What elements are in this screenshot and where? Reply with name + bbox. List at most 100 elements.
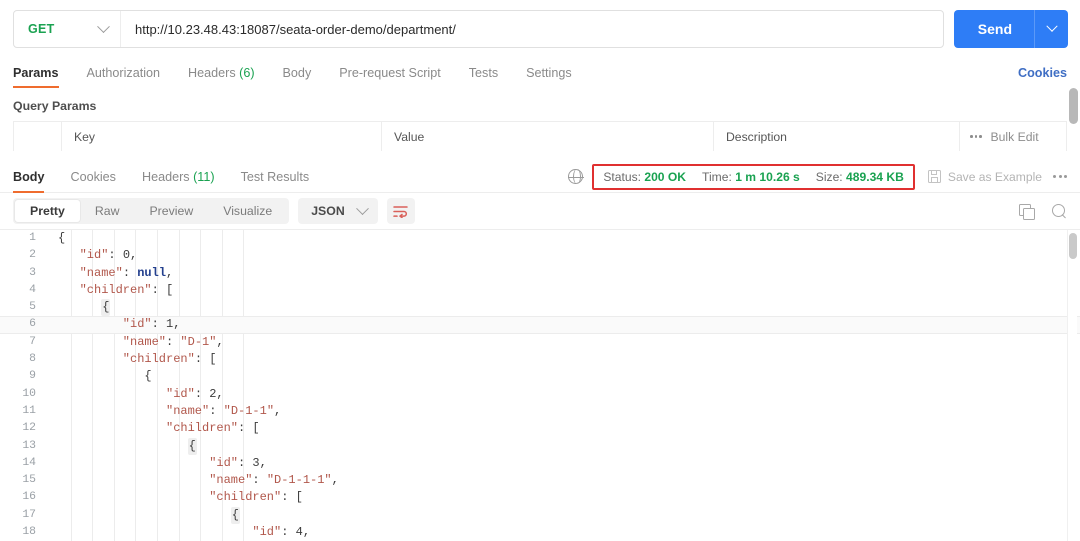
code-line[interactable]: 10 "id": 2, — [0, 386, 1080, 403]
json-viewer[interactable]: 1{2 "id": 0, 3 "name": null, 4 "children": [5… — [0, 230, 1080, 541]
search-icon[interactable] — [1052, 203, 1067, 219]
token-key: "id" — [252, 525, 282, 540]
code-line-text: "name": "D-1", — [46, 334, 1080, 351]
token-punct: : [ — [238, 421, 260, 436]
line-number: 5 — [29, 301, 36, 314]
view-mode-pretty[interactable]: Pretty — [15, 200, 80, 222]
request-tab-settings[interactable]: Settings — [512, 66, 586, 88]
code-line-text: "id": 4, — [46, 524, 1080, 541]
code-line[interactable]: 7 "name": "D-1", — [0, 334, 1080, 351]
token-punct: : — [194, 386, 210, 401]
method-select[interactable]: GET — [14, 11, 121, 47]
response-more-options-icon[interactable] — [1053, 175, 1067, 178]
code-line-text: { — [46, 437, 1080, 455]
request-tab-headers[interactable]: Headers (6) — [174, 66, 269, 88]
status-badge: Status: 200 OK Time: 1 m 10.26 s Size: 4… — [592, 163, 915, 190]
tab-label: Authorization — [86, 66, 161, 80]
line-number: 17 — [22, 508, 36, 521]
token-num: 3 — [252, 455, 260, 470]
time-label: Time: — [702, 169, 732, 184]
copy-icon[interactable] — [1019, 204, 1035, 220]
fold-marker[interactable]: { — [187, 437, 197, 455]
tab-count: (6) — [235, 66, 255, 80]
tab-count: (11) — [189, 170, 215, 184]
token-str: "D-1-1-1" — [266, 473, 332, 488]
code-line-text: "children": [ — [46, 420, 1080, 437]
response-tab-headers[interactable]: Headers (11) — [129, 170, 228, 192]
code-line[interactable]: 13 { — [0, 437, 1080, 455]
request-tab-authorization[interactable]: Authorization — [73, 66, 175, 88]
request-tab-tests[interactable]: Tests — [455, 66, 512, 88]
code-line[interactable]: 14 "id": 3, — [0, 455, 1080, 472]
code-line[interactable]: 2 "id": 0, — [0, 247, 1080, 264]
token-key: "children" — [166, 421, 239, 436]
token-key: "children" — [122, 352, 195, 367]
code-line[interactable]: 4 "children": [ — [0, 282, 1080, 299]
page-scrollbar-thumb[interactable] — [1069, 88, 1078, 124]
code-line-text: { — [46, 230, 1080, 247]
line-number: 10 — [22, 387, 36, 400]
line-number: 18 — [22, 526, 36, 539]
chevron-down-icon — [1045, 20, 1058, 32]
bulk-edit-button[interactable]: Bulk Edit — [960, 122, 1066, 151]
more-options-icon — [970, 135, 982, 138]
token-punct: , — [259, 455, 267, 470]
url-input[interactable]: http://10.23.48.43:18087/seata-order-dem… — [121, 11, 943, 47]
format-select[interactable]: JSON — [298, 198, 378, 224]
token-num: 0 — [122, 248, 131, 263]
code-line[interactable]: 12 "children": [ — [0, 420, 1080, 437]
code-scrollbar-thumb[interactable] — [1069, 233, 1077, 259]
code-line[interactable]: 18 "id": 4, — [0, 524, 1080, 541]
token-num: 4 — [295, 525, 303, 540]
wrap-lines-button[interactable] — [386, 198, 415, 224]
code-line[interactable]: 1{ — [0, 230, 1080, 247]
code-scrollbar-track[interactable] — [1067, 230, 1077, 541]
code-line[interactable]: 8 "children": [ — [0, 351, 1080, 368]
send-options-button[interactable] — [1034, 10, 1068, 48]
tab-label: Cookies — [70, 170, 116, 184]
line-number: 15 — [22, 474, 36, 487]
request-tab-pre-request-script[interactable]: Pre-request Script — [325, 66, 455, 88]
code-line[interactable]: 6 "id": 1, — [0, 316, 1080, 334]
code-line-text: "name": null, — [46, 265, 1080, 282]
fold-marker[interactable]: { — [230, 506, 240, 525]
code-line[interactable]: 11 "name": "D-1-1", — [0, 403, 1080, 420]
code-line[interactable]: 16 "children": [ — [0, 489, 1080, 506]
request-tab-params[interactable]: Params — [13, 66, 73, 88]
token-key: "children" — [209, 490, 282, 505]
response-tab-body[interactable]: Body — [13, 170, 57, 193]
token-brace: { — [58, 231, 66, 245]
code-line[interactable]: 3 "name": null, — [0, 265, 1080, 282]
status-label: Status: — [603, 169, 641, 184]
cookies-link[interactable]: Cookies — [1018, 66, 1067, 80]
save-icon — [927, 169, 941, 183]
token-key: "id" — [79, 248, 109, 263]
save-as-example-button[interactable]: Save as Example — [927, 169, 1042, 184]
response-size: Size: 489.34 KB — [816, 170, 904, 184]
globe-icon[interactable] — [568, 168, 584, 185]
token-punct: , — [166, 265, 174, 280]
code-line-text: "name": "D-1-1", — [46, 403, 1080, 420]
tab-label: Params — [13, 66, 59, 80]
view-mode-visualize[interactable]: Visualize — [208, 200, 287, 222]
token-punct: : [ — [194, 352, 217, 367]
tab-label: Test Results — [240, 170, 310, 184]
fold-marker[interactable]: { — [101, 299, 111, 317]
page-scrollbar-track[interactable] — [1069, 88, 1078, 150]
response-body-code: 1{2 "id": 0, 3 "name": null, 4 "children": [5… — [0, 229, 1080, 541]
response-tab-cookies[interactable]: Cookies — [57, 170, 129, 192]
view-mode-preview[interactable]: Preview — [134, 200, 208, 222]
token-punct: : — [122, 265, 138, 280]
code-line[interactable]: 17 { — [0, 506, 1080, 525]
query-params-title: Query Params — [13, 99, 97, 113]
code-line-text: "children": [ — [46, 489, 1080, 506]
code-line[interactable]: 5{ — [0, 299, 1080, 317]
send-button[interactable]: Send — [954, 10, 1034, 48]
request-tab-body[interactable]: Body — [269, 66, 326, 88]
code-line[interactable]: 9{ — [0, 368, 1080, 385]
response-tab-test-results[interactable]: Test Results — [228, 170, 323, 192]
code-line[interactable]: 15 "name": "D-1-1-1", — [0, 472, 1080, 489]
tab-label: Pre-request Script — [339, 66, 441, 80]
view-mode-raw[interactable]: Raw — [80, 200, 135, 222]
token-punct: : — [151, 317, 167, 332]
